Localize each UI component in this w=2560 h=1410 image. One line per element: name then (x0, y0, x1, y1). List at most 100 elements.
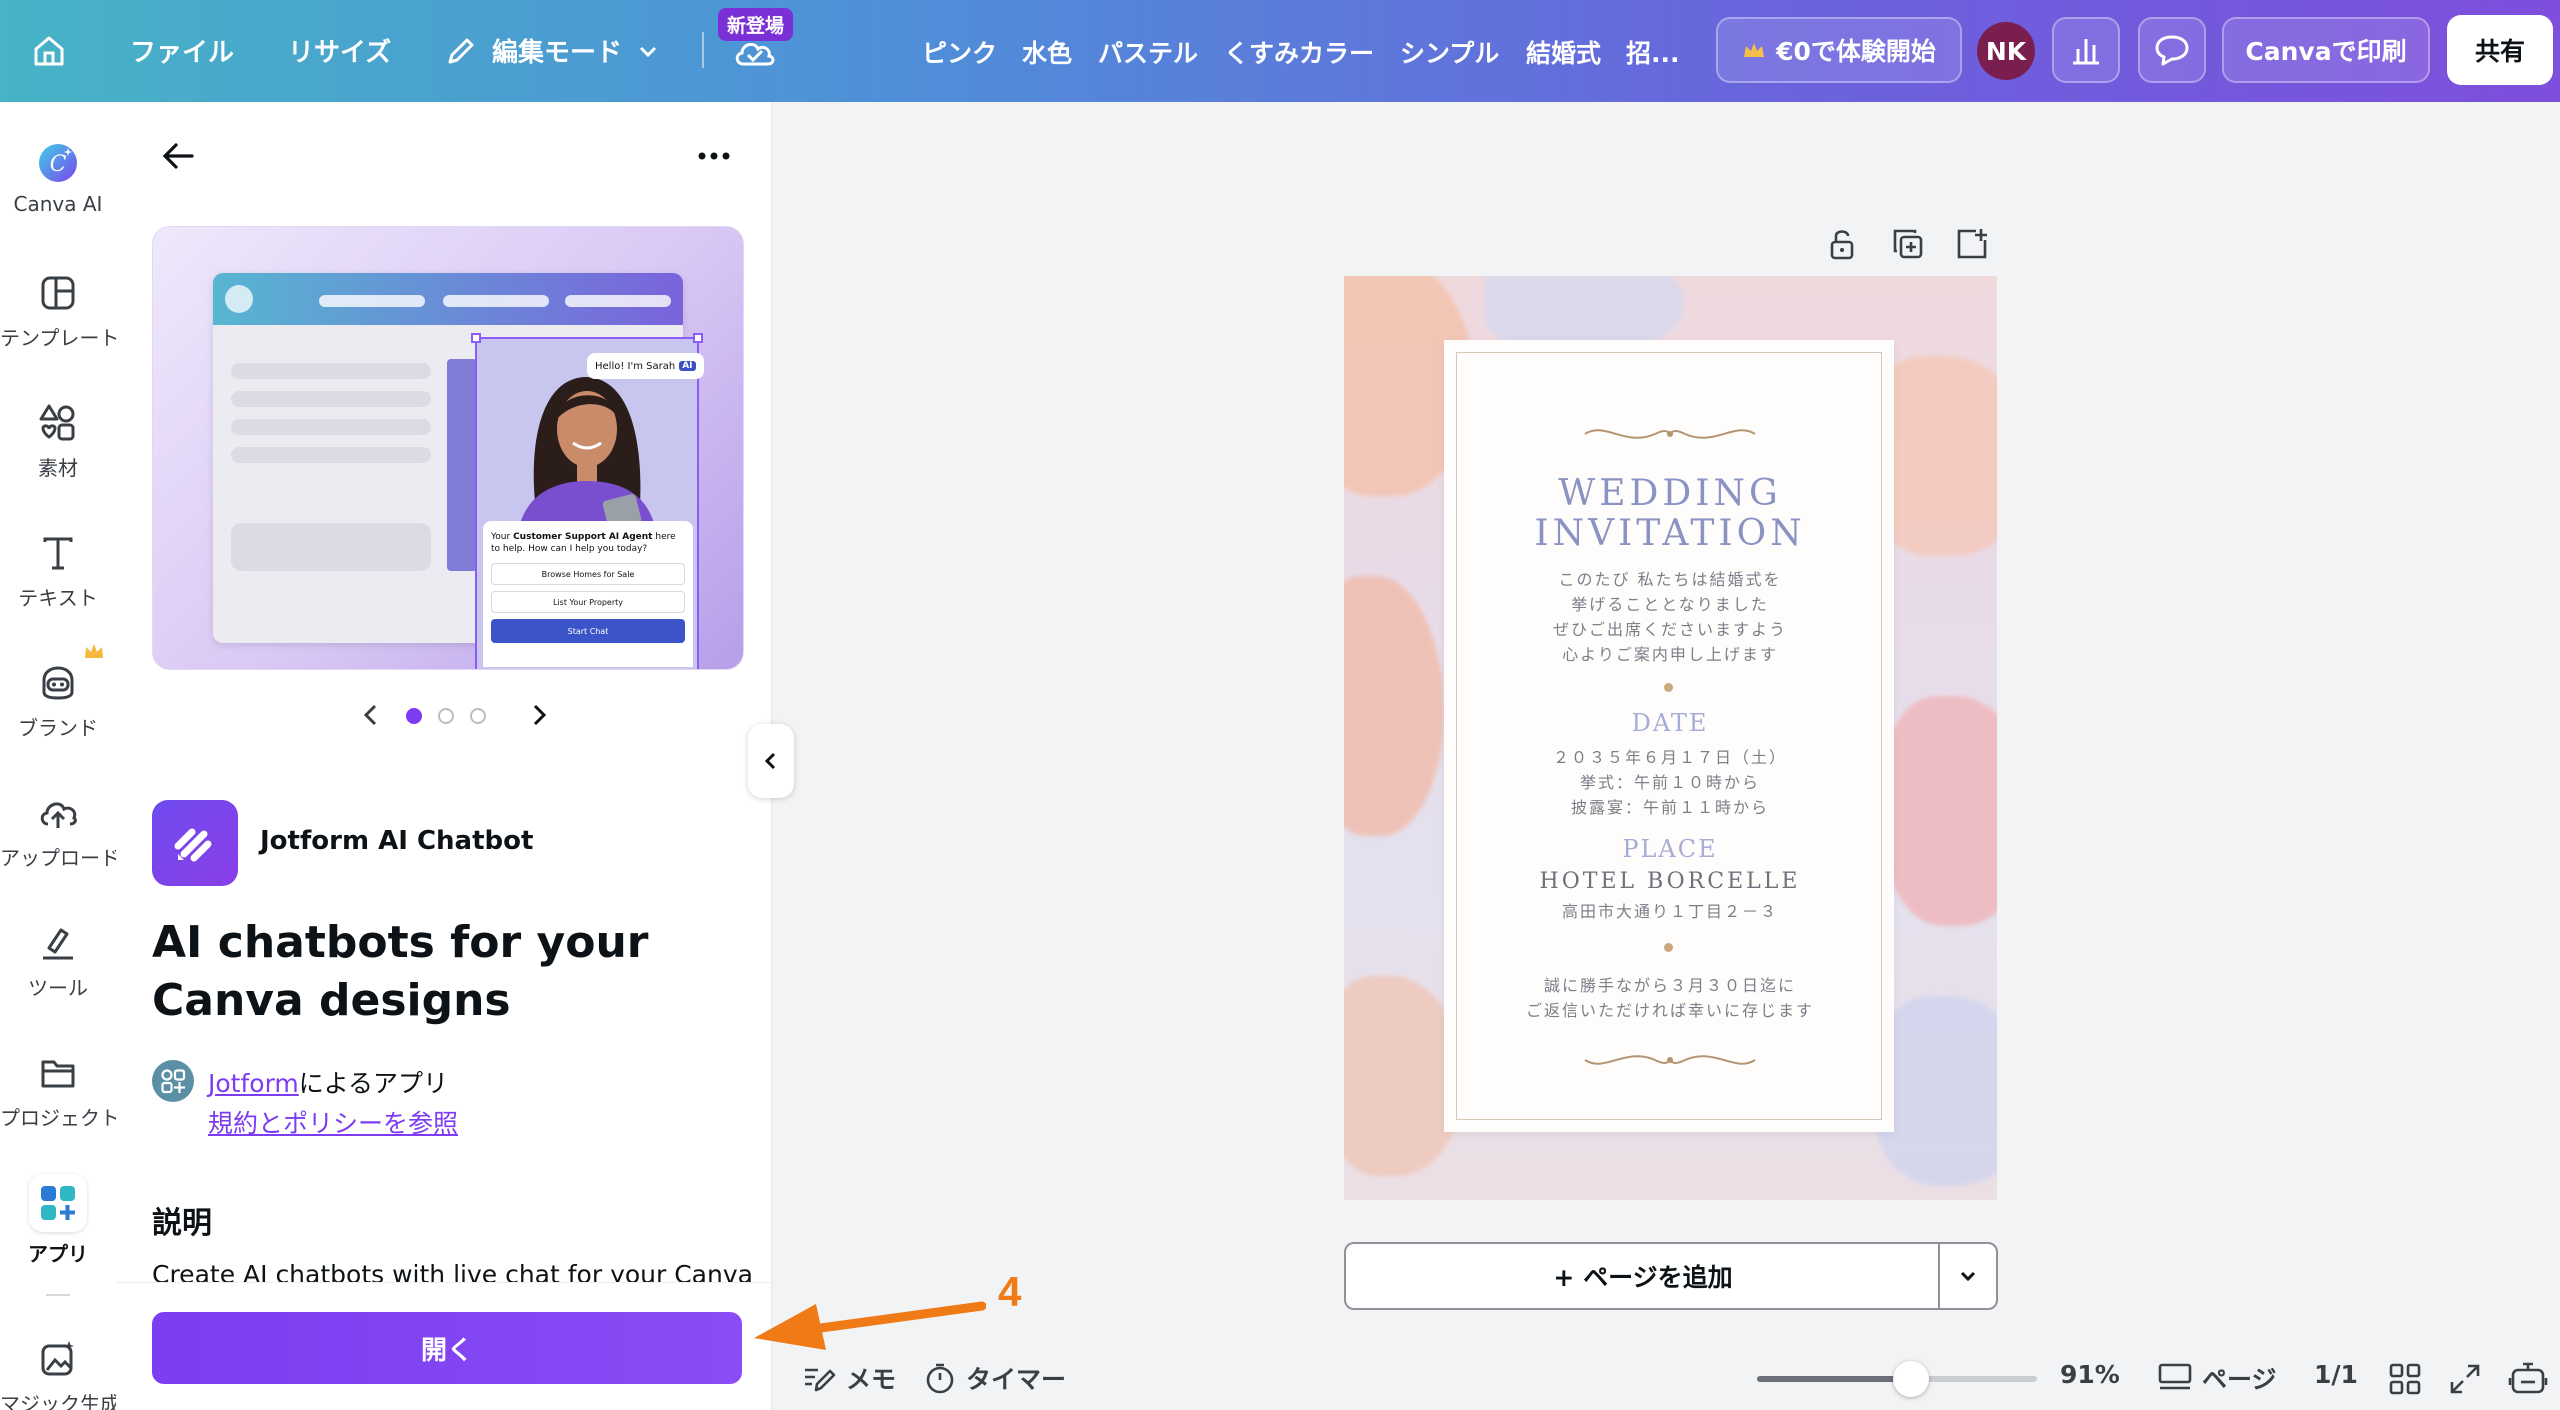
date-heading: DATE (1631, 709, 1709, 737)
start-chat-button: Start Chat (491, 619, 685, 643)
flourish-ornament-icon (1584, 1055, 1756, 1065)
edit-mode-label: 編集モード (492, 38, 623, 68)
invitation-intro-line: ぜひご出席くださいますよう (1552, 620, 1787, 639)
mock-bar (319, 295, 425, 307)
preview-carousel (356, 698, 556, 732)
apps-panel: Hello! I'm Sarah AI Your Customer Suppor… (116, 102, 772, 1410)
collapse-panel-button[interactable] (748, 724, 794, 798)
keyword-tag[interactable]: ピンク (922, 34, 997, 70)
avatar[interactable]: NK (1977, 22, 2035, 80)
open-app-button[interactable]: 開く (152, 1312, 742, 1384)
rail-uploads[interactable]: アップロード (0, 792, 120, 871)
flourish-ornament-icon (1584, 429, 1756, 439)
chat-message: Your Customer Support AI Agent here to h… (491, 531, 685, 555)
rail-elements[interactable]: 素材 (0, 402, 116, 481)
carousel-dot[interactable] (470, 708, 486, 724)
chat-option: Browse Homes for Sale (491, 563, 685, 585)
chat-message-pre: Your (491, 532, 514, 542)
assistant-icon[interactable] (2508, 1360, 2548, 1398)
crown-icon (85, 644, 103, 658)
cloud-saved-icon[interactable] (733, 36, 777, 68)
rail-templates[interactable]: テンプレート (0, 272, 119, 351)
invitation-title-line1: WEDDING (1558, 473, 1782, 514)
chevron-left-icon[interactable] (356, 698, 386, 732)
hotel-name: HOTEL BORCELLE (1539, 869, 1801, 894)
file-menu[interactable]: ファイル (130, 32, 234, 69)
share-button[interactable]: 共有 (2447, 15, 2553, 85)
keyword-tag[interactable]: パステル (1098, 34, 1198, 70)
keyword-tag[interactable]: 水色 (1022, 34, 1072, 70)
ai-badge: AI (679, 361, 696, 371)
keyword-tag[interactable]: 招... (1626, 34, 1680, 70)
mock-strip (447, 359, 477, 571)
resize-menu[interactable]: リサイズ (288, 32, 391, 69)
rail-projects[interactable]: プロジェクト (0, 1052, 120, 1131)
insights-button[interactable] (2052, 17, 2120, 83)
comment-icon (2155, 35, 2189, 66)
jotform-logo-icon (174, 828, 212, 862)
left-rail: C Canva AI テンプレート 素材 テキスト ブランド アップロード ツー… (0, 102, 120, 1410)
rail-tools[interactable]: ツール (0, 922, 116, 1001)
carousel-dot[interactable] (406, 708, 422, 724)
rail-apps[interactable]: アプリ (0, 1174, 116, 1267)
tools-icon (43, 928, 73, 960)
developer-suffix: によるアプリ (298, 1069, 449, 1098)
rail-label: ブランド (18, 716, 98, 740)
invitation-intro-line: 挙げることとなりました (1571, 595, 1769, 614)
back-arrow-icon[interactable] (156, 136, 200, 176)
pencil-icon (448, 38, 474, 63)
more-options-icon[interactable] (692, 138, 736, 174)
rail-canva-ai[interactable]: C Canva AI (0, 142, 116, 216)
pages-button[interactable]: ページ (2158, 1360, 2277, 1396)
rail-text[interactable]: テキスト (0, 532, 116, 611)
zoom-slider-handle[interactable] (1893, 1361, 1929, 1397)
rail-label: 素材 (38, 456, 78, 480)
developer-link[interactable]: Jotform (208, 1069, 299, 1098)
closing-line: ご返信いただければ幸いに存じます (1525, 1001, 1814, 1020)
zoom-slider[interactable] (1757, 1361, 2037, 1397)
lock-icon[interactable] (1824, 226, 1860, 262)
duplicate-page-icon[interactable] (1890, 226, 1926, 262)
keyword-tag[interactable]: 結婚式 (1526, 34, 1601, 70)
carousel-dot[interactable] (438, 708, 454, 724)
design-page[interactable]: WEDDING INVITATION このたび 私たちは結婚式を 挙げることとな… (1344, 276, 1997, 1200)
brand-icon (42, 666, 74, 700)
zoom-value[interactable]: 91% (2060, 1360, 2120, 1389)
grid-view-icon[interactable] (2388, 1362, 2422, 1396)
date-line: 挙式：午前１０時から (1579, 773, 1760, 792)
add-page-dropdown[interactable] (1938, 1242, 1998, 1310)
chevron-right-icon[interactable] (524, 698, 554, 732)
comment-button[interactable] (2138, 17, 2206, 83)
edit-mode-menu[interactable]: 編集モード (444, 32, 660, 69)
keyword-tag[interactable]: シンプル (1400, 34, 1499, 70)
keyword-tag[interactable]: くすみカラー (1224, 34, 1374, 70)
fullscreen-icon[interactable] (2448, 1362, 2482, 1396)
jotform-app-icon (152, 800, 238, 886)
selection-handle (471, 333, 481, 343)
rail-label: プロジェクト (0, 1106, 120, 1130)
rail-brand[interactable]: ブランド (0, 662, 116, 741)
crown-icon (1744, 43, 1765, 57)
notes-button[interactable]: メモ (802, 1360, 896, 1396)
app-headline: AI chatbots for your Canva designs (152, 917, 649, 1026)
add-page-icon[interactable] (1954, 226, 1990, 262)
folder-icon (41, 1060, 75, 1088)
chat-message-bold: Customer Support AI Agent (513, 532, 653, 542)
home-icon[interactable] (28, 30, 70, 72)
chat-option: List Your Property (491, 591, 685, 613)
add-page-button[interactable]: + ページを追加 (1344, 1242, 1940, 1310)
free-trial-button[interactable]: €0で体験開始 (1716, 17, 1962, 83)
mock-circle (225, 285, 253, 313)
chevron-down-icon (639, 46, 657, 57)
timer-button[interactable]: タイマー (924, 1360, 1066, 1396)
chat-panel: Your Customer Support AI Agent here to h… (483, 521, 693, 667)
policy-link[interactable]: 規約とポリシーを参照 (208, 1104, 458, 1140)
watercolor-blob (1884, 696, 1997, 926)
mock-line (231, 363, 431, 379)
print-button[interactable]: Canvaで印刷 (2222, 17, 2430, 83)
closing-line: 誠に勝手ながら３月３０日迄に (1543, 976, 1796, 995)
magic-icon (41, 1341, 74, 1376)
free-trial-label: €0で体験開始 (1776, 37, 1936, 66)
rail-magic[interactable]: マジック生成 (0, 1338, 120, 1410)
page-count: 1/1 (2314, 1360, 2358, 1389)
